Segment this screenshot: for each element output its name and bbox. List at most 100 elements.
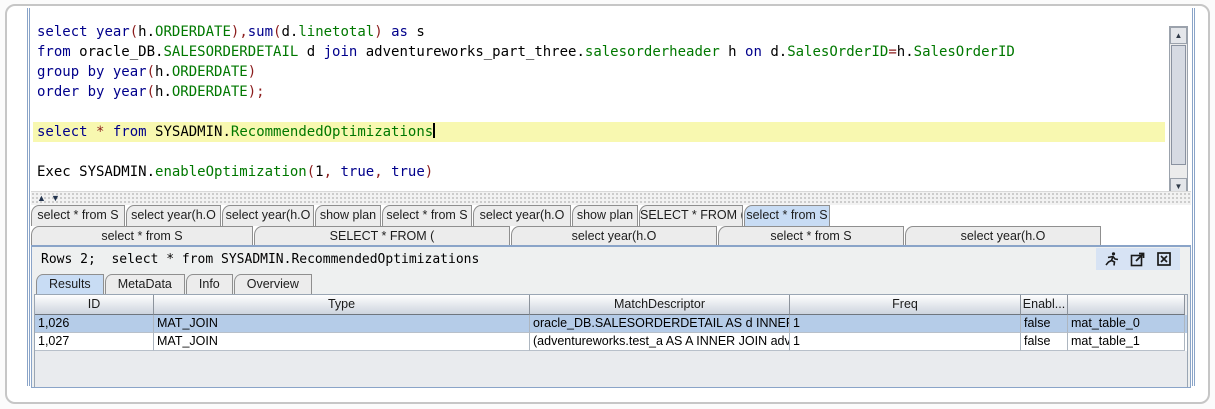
query-tab[interactable]: show plan: [315, 205, 381, 226]
sql-token-punct: ): [248, 64, 256, 80]
query-tab[interactable]: select year(h.O: [511, 226, 717, 245]
table-cell[interactable]: 1: [790, 315, 1021, 333]
table-cell[interactable]: oracle_DB.SALESORDERDETAIL AS d INNER JO…: [530, 315, 790, 333]
table-cell[interactable]: MAT_JOIN: [154, 315, 530, 333]
sql-line[interactable]: Exec SYSADMIN.enableOptimization(1, true…: [33, 162, 1165, 182]
sql-token-plain: adventureworks_part_three.: [357, 44, 585, 60]
sql-token-plain: d: [298, 44, 323, 60]
sql-token-plain: h: [720, 44, 745, 60]
result-tab-metadata[interactable]: MetaData: [105, 274, 185, 294]
sql-token-punct: (: [147, 64, 155, 80]
query-tab[interactable]: select * from S: [382, 205, 472, 226]
main-content: select year(h.ORDERDATE),sum(d.linetotal…: [27, 8, 1195, 386]
query-tab[interactable]: select year(h.O: [473, 205, 571, 226]
sql-code[interactable]: select year(h.ORDERDATE),sum(d.linetotal…: [33, 22, 1165, 182]
table-cell[interactable]: false: [1021, 315, 1068, 333]
app-window: select year(h.ORDERDATE),sum(d.linetotal…: [5, 4, 1210, 404]
sql-line[interactable]: [33, 142, 1165, 162]
text-caret: [433, 123, 435, 138]
table-cell[interactable]: mat_table_0: [1068, 315, 1185, 333]
sql-token-keyword: from: [104, 124, 146, 140]
column-header-freq[interactable]: Freq: [790, 295, 1021, 315]
sql-token-plain: [383, 24, 391, 40]
table-cell[interactable]: 1: [790, 333, 1021, 351]
query-tab[interactable]: select year(h.O: [126, 205, 221, 226]
table-cell[interactable]: 1,026: [35, 315, 154, 333]
sql-line[interactable]: [33, 102, 1165, 122]
scroll-down-button[interactable]: ▼: [1170, 178, 1187, 191]
sql-token-identifier: ORDERDATE: [172, 64, 248, 80]
result-tab-results[interactable]: Results: [36, 274, 104, 294]
split-divider[interactable]: ▲ ▼: [31, 191, 1191, 205]
sql-token-plain: s: [408, 24, 425, 40]
query-tab-selected[interactable]: select * from S: [744, 205, 830, 226]
sql-token-plain: h.: [897, 44, 914, 60]
detach-icon[interactable]: [1130, 251, 1146, 267]
close-icon[interactable]: [1156, 251, 1172, 267]
query-tab[interactable]: SELECT * FROM (: [254, 226, 510, 245]
collapse-down-button[interactable]: ▼: [51, 193, 60, 204]
column-header[interactable]: [1068, 295, 1185, 315]
sql-token-keyword: true: [332, 164, 374, 180]
sql-token-keyword: year: [113, 84, 147, 100]
left-border-line: [27, 8, 28, 386]
query-tab[interactable]: select * from S: [31, 226, 253, 245]
sql-line[interactable]: order by year(h.ORDERDATE);: [33, 82, 1165, 102]
sql-token-punct: =: [888, 44, 896, 60]
result-toolbar: [1096, 248, 1180, 270]
sql-token-identifier: SalesOrderID: [914, 44, 1015, 60]
result-tab-overview[interactable]: Overview: [234, 274, 312, 294]
query-tab[interactable]: show plan: [572, 205, 638, 226]
sql-token-plain: d.: [762, 44, 787, 60]
rerun-icon[interactable]: [1104, 251, 1120, 267]
table-cell[interactable]: mat_table_1: [1068, 333, 1185, 351]
sql-token-plain: SYSADMIN.: [147, 124, 231, 140]
sql-token-keyword: join: [324, 44, 358, 60]
scrollbar-thumb[interactable]: [1171, 45, 1186, 165]
sql-token-plain: h.: [155, 64, 172, 80]
column-header-id[interactable]: ID: [35, 295, 154, 315]
sql-token-identifier: ORDERDATE: [155, 24, 231, 40]
result-tab-info[interactable]: Info: [186, 274, 233, 294]
scroll-up-button[interactable]: ▲: [1170, 27, 1187, 44]
sql-token-identifier: ORDERDATE: [172, 84, 248, 100]
sql-token-punct: ): [425, 164, 433, 180]
result-view-tabs: ResultsMetaDataInfoOverview: [32, 272, 1190, 294]
column-header-type[interactable]: Type: [154, 295, 530, 315]
sql-token-punct: (: [307, 164, 315, 180]
sql-line[interactable]: select year(h.ORDERDATE),sum(d.linetotal…: [33, 22, 1165, 42]
table-cell[interactable]: (adventureworks.test_a AS A INNER JOIN a…: [530, 333, 790, 351]
collapse-up-button[interactable]: ▲: [37, 193, 46, 204]
query-tab[interactable]: select * from S: [31, 205, 125, 226]
query-tabs-row-1: select * from Sselect year(h.Oselect yea…: [31, 205, 1191, 226]
sql-token-identifier: RecommendedOptimizations: [231, 124, 433, 140]
sql-token-punct: ): [374, 24, 382, 40]
sql-token-identifier: linetotal: [298, 24, 374, 40]
results-table: IDTypeMatchDescriptorFreqEnabl... 1,026M…: [34, 294, 1188, 387]
editor-vertical-scrollbar[interactable]: ▲ ▼: [1169, 26, 1188, 191]
sql-editor[interactable]: select year(h.ORDERDATE),sum(d.linetotal…: [31, 8, 1191, 191]
sql-token-keyword: sum: [248, 24, 273, 40]
sql-line-current[interactable]: select * from SYSADMIN.RecommendedOptimi…: [33, 122, 1165, 142]
column-header-matchdescriptor[interactable]: MatchDescriptor: [530, 295, 790, 315]
sql-token-plain: d.: [281, 24, 298, 40]
query-tab[interactable]: SELECT * FROM (: [639, 205, 743, 226]
table-row-selected[interactable]: 1,026MAT_JOINoracle_DB.SALESORDERDETAIL …: [35, 315, 1187, 333]
sql-line[interactable]: group by year(h.ORDERDATE): [33, 62, 1165, 82]
table-cell[interactable]: MAT_JOIN: [154, 333, 530, 351]
sql-token-plain: h.: [138, 24, 155, 40]
query-tab[interactable]: select year(h.O: [222, 205, 314, 226]
sql-token-identifier: salesorderheader: [585, 44, 720, 60]
table-cell[interactable]: 1,027: [35, 333, 154, 351]
table-cell[interactable]: false: [1021, 333, 1068, 351]
right-border-line: [1194, 8, 1195, 386]
query-tab[interactable]: select year(h.O: [905, 226, 1101, 245]
table-body: 1,026MAT_JOINoracle_DB.SALESORDERDETAIL …: [35, 315, 1187, 351]
sql-token-plain: oracle_DB.: [71, 44, 164, 60]
table-row[interactable]: 1,027MAT_JOIN(adventureworks.test_a AS A…: [35, 333, 1187, 351]
query-tab[interactable]: select * from S: [718, 226, 904, 245]
query-tabs-row-2: select * from SSELECT * FROM (select yea…: [31, 226, 1191, 245]
sql-token-identifier: SalesOrderID: [787, 44, 888, 60]
sql-line[interactable]: from oracle_DB.SALESORDERDETAIL d join a…: [33, 42, 1165, 62]
column-header-enabl[interactable]: Enabl...: [1021, 295, 1068, 315]
